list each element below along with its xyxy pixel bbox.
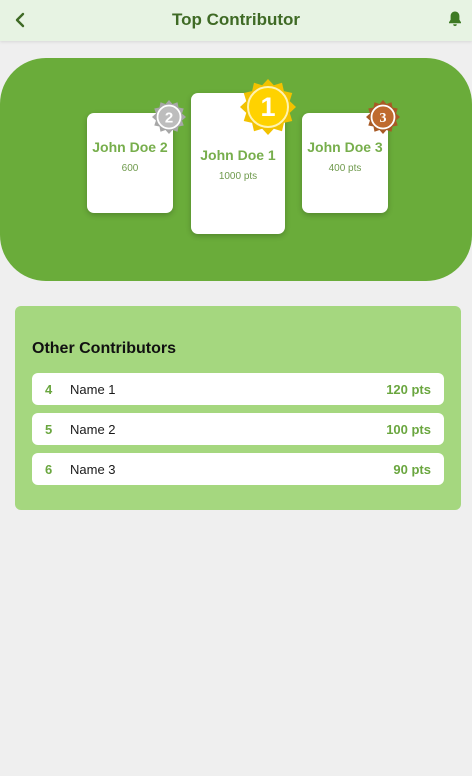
row-points: 100 pts [386,422,431,437]
contributor-name: John Doe 3 [307,139,383,155]
contributor-row[interactable]: 5 Name 2 100 pts [32,413,444,445]
silver-medal-icon: 2 [151,99,187,135]
contributor-row[interactable]: 6 Name 3 90 pts [32,453,444,485]
row-rank: 6 [45,462,53,477]
contributor-row[interactable]: 4 Name 1 120 pts [32,373,444,405]
row-points: 120 pts [386,382,431,397]
row-rank: 4 [45,382,53,397]
medal-rank-label: 2 [165,110,173,127]
row-points: 90 pts [393,462,431,477]
row-name: Name 1 [70,382,116,397]
bell-icon [449,11,461,27]
contributor-points: 400 pts [328,163,362,174]
bronze-medal-icon: 3 [365,99,401,135]
contributor-points: 1000 pts [218,171,258,182]
gold-medal-icon: 1 [239,78,297,136]
medal-rank-label: 3 [380,111,387,126]
other-contributors-panel: Other Contributors 4 Name 1 120 pts 5 Na… [15,306,461,510]
app-bar: Top Contributor [0,0,472,41]
row-name: Name 2 [70,422,116,437]
page-title: Top Contributor [171,10,301,29]
contributor-points: 600 [121,163,139,174]
notifications-button[interactable] [447,10,463,28]
medal-rank-label: 1 [260,92,275,122]
row-rank: 5 [45,422,53,437]
section-heading: Other Contributors [32,340,176,357]
contributor-name: John Doe 1 [200,147,276,163]
contributor-name: John Doe 2 [92,139,168,155]
row-name: Name 3 [70,462,116,477]
